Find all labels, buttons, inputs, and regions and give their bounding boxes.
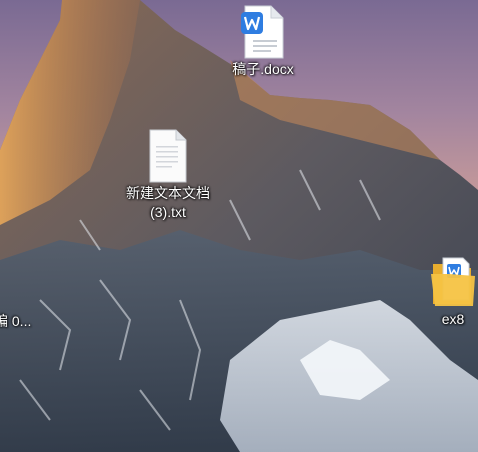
desktop-icon-txt[interactable]: 新建文本文档 (3).txt bbox=[114, 128, 222, 222]
desktop-icon-ex8-folder[interactable]: ex8 bbox=[420, 254, 478, 329]
desktop-icon-label: 稿子.docx bbox=[232, 61, 294, 77]
folder-with-word-document-icon bbox=[431, 257, 475, 306]
desktop-icon-label: 编 0... bbox=[0, 313, 32, 329]
desktop-icon-truncated[interactable]: 编 0... bbox=[0, 312, 31, 331]
text-document-icon bbox=[149, 129, 187, 183]
desktop: 稿子.docx 新建文本文档 (3).txt ex8 编 0... bbox=[0, 0, 478, 452]
desktop-icon-label: ex8 bbox=[441, 311, 465, 327]
wps-word-document-icon bbox=[241, 5, 284, 59]
desktop-icon-docx[interactable]: 稿子.docx bbox=[222, 4, 304, 79]
desktop-icon-label: 新建文本文档 (3).txt bbox=[126, 185, 210, 220]
